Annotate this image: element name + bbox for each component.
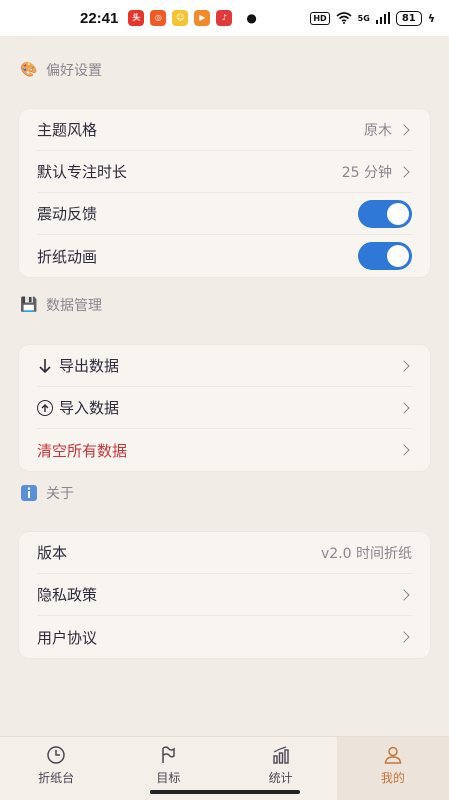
clock-icon (47, 746, 65, 764)
vibration-toggle[interactable] (358, 199, 412, 228)
battery-icon: 81 (395, 10, 422, 26)
app-notification-icon: ◎ (150, 10, 167, 26)
row-label: 用户协议 (37, 628, 98, 647)
default-focus-duration-row[interactable]: 默认专注时长 25 分钟 (37, 151, 412, 193)
version-value: v2.0 时间折纸 (321, 545, 412, 562)
row-label: 导入数据 (59, 399, 120, 417)
row-label: 导出数据 (59, 357, 120, 375)
row-label: 版本 (37, 544, 68, 562)
section-header-preferences: 🎨 偏好设置 (20, 60, 102, 80)
section-title: 关于 (46, 486, 74, 502)
version-row: 版本 v2.0 时间折纸 (37, 532, 412, 574)
network-label: 5G (357, 13, 370, 23)
palette-icon: 🎨 (20, 62, 38, 78)
circle-arrow-up-icon (37, 399, 53, 416)
data-management-card: 导出数据 导入数据 清空所有数据 (19, 345, 430, 471)
more-notifications-dot-icon: ● (246, 11, 257, 25)
fold-animation-toggle[interactable] (358, 242, 412, 270)
row-label: 清空所有数据 (37, 441, 128, 460)
signal-icon (375, 12, 390, 24)
import-data-row[interactable]: 导入数据 (37, 387, 412, 429)
clear-all-data-row[interactable]: 清空所有数据 (37, 429, 412, 471)
arrow-down-icon (37, 358, 53, 374)
privacy-policy-row[interactable]: 隐私政策 (37, 574, 412, 616)
toggle-knob (387, 202, 409, 225)
toggle-knob (387, 245, 409, 267)
tab-label: 折纸台 (38, 771, 75, 785)
flag-icon (162, 746, 176, 763)
preferences-card: 主题风格 原木 默认专注时长 25 分钟 震动反馈 折纸动画 (19, 109, 430, 277)
theme-style-row[interactable]: 主题风格 原木 (37, 109, 412, 151)
chevron-right-icon (398, 444, 410, 456)
section-title: 偏好设置 (46, 63, 102, 79)
app-notification-icon: ▶ (194, 10, 211, 26)
section-header-about: 关于 (20, 483, 74, 503)
export-data-row[interactable]: 导出数据 (37, 345, 412, 387)
vibration-feedback-row: 震动反馈 (37, 193, 412, 235)
chevron-right-icon (398, 588, 410, 601)
section-header-data: 💾 数据管理 (20, 295, 102, 315)
user-agreement-row[interactable]: 用户协议 (37, 616, 412, 658)
status-time: 22:41 (80, 9, 119, 27)
wifi-icon (336, 12, 352, 24)
chevron-right-icon (398, 401, 410, 414)
tab-fold-desk[interactable]: 折纸台 (0, 737, 112, 800)
status-bar: 22:41 头 ◎ ☺ ▶ ♪ ● HD 5G 81 ϟ (0, 0, 449, 36)
home-indicator[interactable] (150, 790, 300, 794)
section-title: 数据管理 (46, 298, 102, 314)
tab-label: 统计 (268, 771, 293, 785)
row-label: 隐私政策 (37, 586, 98, 604)
charging-icon: ϟ (427, 11, 435, 25)
tab-label: 目标 (156, 771, 181, 785)
fold-animation-row: 折纸动画 (37, 235, 412, 277)
bar-chart-icon (272, 746, 289, 764)
chevron-right-icon (398, 165, 410, 178)
status-left: 22:41 头 ◎ ☺ ▶ ♪ ● (80, 10, 257, 27)
app-notification-icon: ♪ (216, 10, 233, 26)
user-icon (384, 746, 402, 764)
status-right: HD 5G 81 ϟ (310, 10, 435, 26)
chevron-right-icon (398, 631, 410, 643)
row-label: 主题风格 (37, 121, 98, 139)
app-notification-icon: 头 (128, 10, 145, 26)
about-card: 版本 v2.0 时间折纸 隐私政策 用户协议 (19, 532, 430, 658)
info-icon (20, 484, 38, 502)
floppy-disk-icon: 💾 (20, 297, 38, 313)
app-notification-icon: ☺ (172, 10, 189, 26)
row-label: 默认专注时长 (37, 163, 128, 181)
chevron-right-icon (398, 123, 410, 136)
chevron-right-icon (398, 359, 410, 372)
row-label: 震动反馈 (37, 205, 98, 223)
settings-page: 🎨 偏好设置 主题风格 原木 默认专注时长 25 分钟 震动反馈 折纸动画 💾 … (0, 36, 449, 736)
hd-badge: HD (310, 11, 330, 25)
row-label: 折纸动画 (37, 247, 98, 266)
tab-label: 我的 (380, 771, 405, 785)
tab-mine[interactable]: 我的 (336, 737, 449, 800)
row-value: 原木 (364, 122, 392, 139)
row-value: 25 分钟 (341, 164, 392, 181)
